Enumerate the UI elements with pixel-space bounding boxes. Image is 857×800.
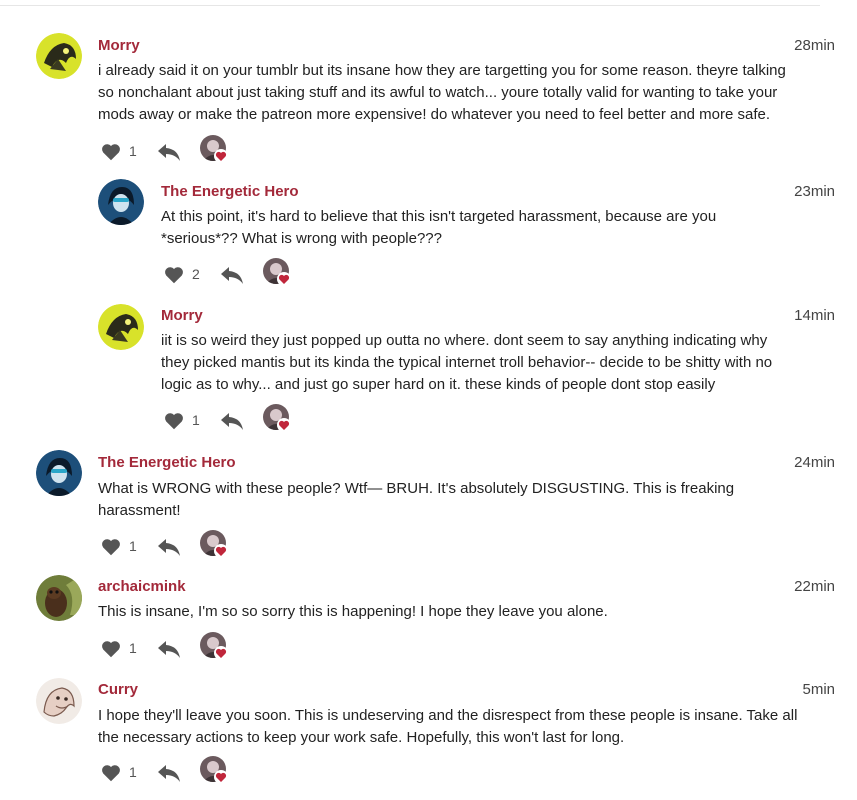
- reply-comment: The Energetic Hero 23min At this point, …: [0, 170, 857, 295]
- reply-arrow-icon[interactable]: [219, 264, 245, 286]
- heart-icon[interactable]: [163, 410, 185, 432]
- reply-arrow-icon[interactable]: [156, 141, 182, 163]
- author-name[interactable]: Morry: [161, 307, 203, 324]
- creator-liked-avatar-icon: [200, 756, 230, 786]
- reply-arrow-icon[interactable]: [219, 410, 245, 432]
- reply-arrow-icon[interactable]: [156, 638, 182, 660]
- avatar[interactable]: [36, 575, 82, 621]
- avatar[interactable]: [98, 179, 144, 225]
- author-name[interactable]: Curry: [98, 681, 138, 698]
- like-count: 1: [129, 143, 137, 159]
- heart-icon[interactable]: [163, 264, 185, 286]
- reply-arrow-icon[interactable]: [156, 536, 182, 558]
- comment-text: At this point, it's hard to believe that…: [161, 206, 831, 250]
- comment-line: harassment!: [98, 502, 181, 519]
- comment-line: i already said it on your tumblr but its…: [98, 62, 786, 79]
- comment-text: This is insane, I'm so so sorry this is …: [98, 601, 838, 623]
- author-name[interactable]: archaicmink: [98, 578, 186, 595]
- comment-line: iit is so weird they just popped up outt…: [161, 332, 768, 349]
- comment-actions: 2: [163, 258, 303, 292]
- heart-icon[interactable]: [100, 762, 122, 784]
- author-name[interactable]: The Energetic Hero: [98, 454, 236, 471]
- timestamp: 22min: [794, 578, 835, 595]
- creator-liked-avatar-icon: [263, 258, 293, 288]
- comment-text: What is WRONG with these people? Wtf— BR…: [98, 478, 838, 522]
- comment-line: This is insane, I'm so so sorry this is …: [98, 603, 608, 620]
- author-name[interactable]: Morry: [98, 37, 140, 54]
- comment-actions: 1: [100, 632, 240, 666]
- comment-line: mods away or make the patreon more expen…: [98, 106, 771, 123]
- like-count: 1: [129, 764, 137, 780]
- comment-actions: 1: [100, 135, 240, 169]
- comment: archaicmink 22min This is insane, I'm so…: [0, 570, 857, 675]
- like-count: 1: [192, 412, 200, 428]
- comment-actions: 1: [163, 404, 303, 438]
- reply-comment: Morry 14min iit is so weird they just po…: [0, 295, 857, 445]
- comment-line: they picked mantis but its kinda the typ…: [161, 354, 773, 371]
- timestamp: 14min: [794, 307, 835, 324]
- comment-actions: 1: [100, 756, 240, 790]
- heart-icon[interactable]: [100, 141, 122, 163]
- avatar[interactable]: [98, 304, 144, 350]
- reply-arrow-icon[interactable]: [156, 762, 182, 784]
- avatar[interactable]: [36, 678, 82, 724]
- avatar[interactable]: [36, 33, 82, 79]
- comment-text: I hope they'll leave you soon. This is u…: [98, 705, 838, 749]
- like-count: 2: [192, 266, 200, 282]
- comment-line: logic as to why... and just go super har…: [161, 376, 716, 393]
- comment: Curry 5min I hope they'll leave you soon…: [0, 675, 857, 800]
- comment-line: At this point, it's hard to believe that…: [161, 208, 717, 225]
- creator-liked-avatar-icon: [263, 404, 293, 434]
- like-count: 1: [129, 538, 137, 554]
- comment: Morry 28min i already said it on your tu…: [0, 0, 857, 170]
- author-name[interactable]: The Energetic Hero: [161, 183, 299, 200]
- creator-liked-avatar-icon: [200, 530, 230, 560]
- heart-icon[interactable]: [100, 536, 122, 558]
- creator-liked-avatar-icon: [200, 632, 230, 662]
- comment-line: the necessary actions to keep your work …: [98, 729, 625, 746]
- comment-line: so nonchalant about just taking stuff an…: [98, 84, 778, 101]
- comment-line: What is WRONG with these people? Wtf— BR…: [98, 480, 735, 497]
- heart-icon[interactable]: [100, 638, 122, 660]
- comment-actions: 1: [100, 530, 240, 564]
- comment-text: i already said it on your tumblr but its…: [98, 60, 838, 126]
- avatar[interactable]: [36, 450, 82, 496]
- comment-line: I hope they'll leave you soon. This is u…: [98, 707, 798, 724]
- timestamp: 23min: [794, 183, 835, 200]
- comment-line: *serious*?? What is wrong with people???: [161, 230, 442, 247]
- like-count: 1: [129, 640, 137, 656]
- creator-liked-avatar-icon: [200, 135, 230, 165]
- timestamp: 28min: [794, 37, 835, 54]
- timestamp: 5min: [802, 681, 835, 698]
- timestamp: 24min: [794, 454, 835, 471]
- comment: The Energetic Hero 24min What is WRONG w…: [0, 445, 857, 570]
- comment-text: iit is so weird they just popped up outt…: [161, 330, 831, 396]
